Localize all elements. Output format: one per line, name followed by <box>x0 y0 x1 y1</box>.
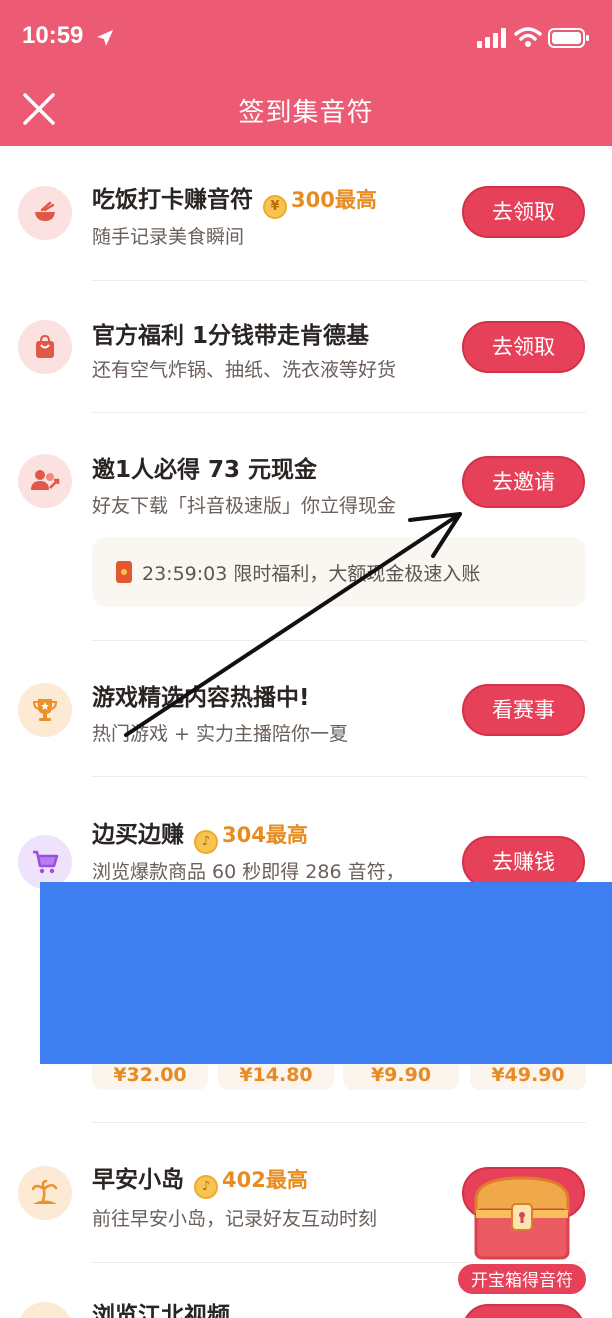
red-envelope-icon <box>116 561 132 583</box>
divider <box>92 776 586 777</box>
task-title: 官方福利 1分钱带走肯德基 <box>92 323 370 349</box>
reward-text: 304最高 <box>222 823 308 847</box>
task-subtitle: 还有空气炸锅、抽纸、洗衣液等好货 <box>92 359 397 381</box>
task-subtitle: 热门游戏 + 实力主播陪你一夏 <box>92 723 348 745</box>
reward-text: 402最高 <box>222 1168 308 1192</box>
cart-icon <box>18 835 72 889</box>
promo-banner[interactable]: 23:59:03 限时福利，大额现金极速入账 <box>92 537 586 607</box>
bowl-icon <box>18 186 72 240</box>
task-button[interactable] <box>462 1304 585 1318</box>
treasure-chest-icon <box>474 1176 570 1260</box>
app-header: 10:59 签到集音符 <box>0 0 612 146</box>
claim-button[interactable]: 去领取 <box>462 186 585 238</box>
music-coin-icon: ♪ <box>194 830 218 854</box>
treasure-chest-button[interactable]: 开宝箱得音符 <box>456 1170 588 1300</box>
invite-button[interactable]: 去邀请 <box>462 456 585 508</box>
task-subtitle: 好友下载「抖音极速版」你立得现金 <box>92 495 397 517</box>
reward-text: 300最高 <box>291 188 377 212</box>
task-subtitle: 前往早安小岛，记录好友互动时刻 <box>92 1208 378 1230</box>
promo-text: 23:59:03 限时福利，大额现金极速入账 <box>142 563 481 585</box>
product-price[interactable]: ¥49.90 <box>470 1060 586 1090</box>
task-title: 浏览江北视频 <box>92 1303 230 1318</box>
watch-match-button[interactable]: 看赛事 <box>462 684 585 736</box>
treasure-chest-label: 开宝箱得音符 <box>456 1262 588 1296</box>
task-title: 邀1人必得 73 元现金 <box>92 457 318 483</box>
divider <box>92 412 586 413</box>
status-time: 10:59 <box>22 22 84 49</box>
product-price[interactable]: ¥9.90 <box>343 1060 459 1090</box>
task-subtitle: 浏览爆款商品 60 秒即得 286 音符， <box>92 861 405 883</box>
task-title: 早安小岛 ♪ 402最高 <box>92 1160 308 1199</box>
earn-button[interactable]: 去赚钱 <box>462 836 585 888</box>
product-price[interactable]: ¥14.80 <box>218 1060 334 1090</box>
battery-icon <box>548 28 589 48</box>
product-price[interactable]: ¥32.00 <box>92 1060 208 1090</box>
divider <box>92 280 586 281</box>
shopping-bag-icon <box>18 320 72 374</box>
signal-icon <box>477 28 506 48</box>
redaction-overlay <box>40 882 612 1064</box>
wifi-icon <box>514 27 542 47</box>
location-arrow-icon <box>97 30 113 46</box>
task-title: 边买边赚 ♪ 304最高 <box>92 815 308 854</box>
music-coin-icon: ♪ <box>194 1175 218 1199</box>
coin-icon: ¥ <box>263 195 287 219</box>
product-price-list: ¥32.00 ¥14.80 ¥9.90 ¥49.90 <box>92 1060 586 1090</box>
task-title: 吃饭打卡赚音符 ¥300最高 <box>92 180 377 219</box>
page-title: 签到集音符 <box>238 98 374 128</box>
video-icon <box>18 1302 72 1318</box>
trophy-icon <box>18 683 72 737</box>
divider <box>92 1122 586 1123</box>
claim-button[interactable]: 去领取 <box>462 321 585 373</box>
divider <box>92 640 586 641</box>
island-icon <box>18 1166 72 1220</box>
task-title: 游戏精选内容热播中! <box>92 685 310 711</box>
task-subtitle: 随手记录美食瞬间 <box>92 226 245 248</box>
invite-friends-icon <box>18 454 72 508</box>
